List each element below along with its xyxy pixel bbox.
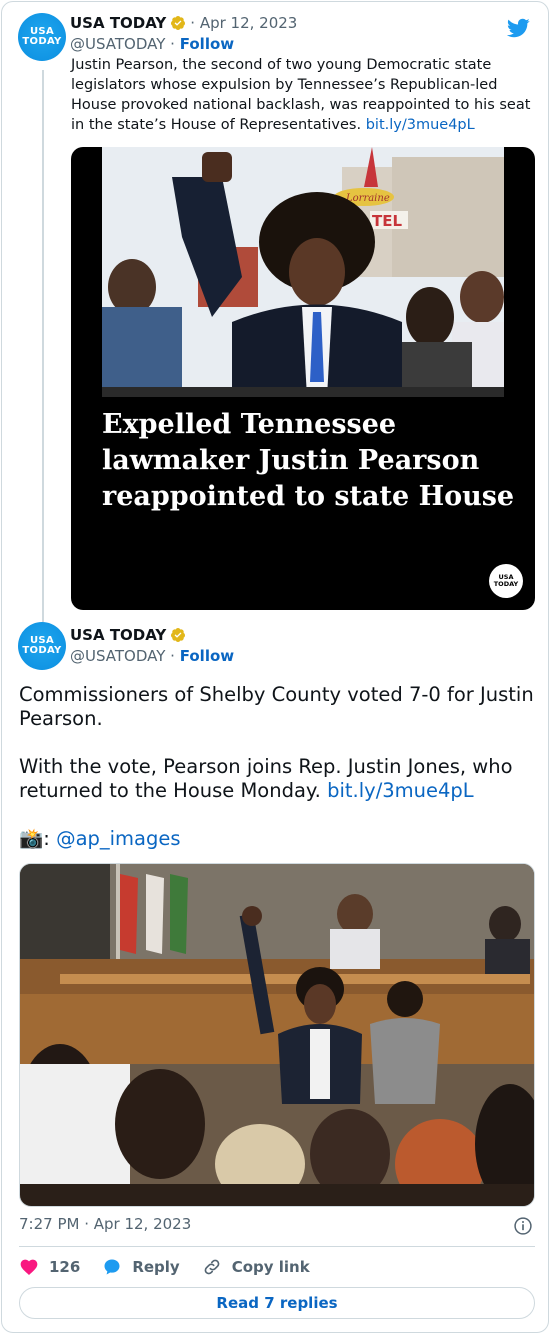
main-link[interactable]: bit.ly/3mue4pL: [327, 779, 474, 802]
headline-line-3: reappointed to state House: [102, 481, 515, 512]
pearson-photo: Lorraine TEL: [102, 147, 504, 397]
media-headline: Expelled Tennessee lawmaker Justin Pears…: [102, 407, 522, 515]
quoted-follow-button[interactable]: Follow: [180, 35, 234, 53]
reply-button[interactable]: Reply: [102, 1257, 180, 1277]
commission-photo-illustration: [20, 864, 534, 1206]
ap-images-link[interactable]: @ap_images: [56, 827, 180, 850]
link-icon: [204, 1259, 220, 1275]
usa-today-badge: USA TODAY: [489, 564, 523, 598]
like-button[interactable]: 126: [19, 1257, 80, 1277]
tweet-timestamp[interactable]: 7:27 PM · Apr 12, 2023: [19, 1215, 191, 1233]
headline-line-1: Expelled Tennessee: [102, 409, 397, 440]
quoted-name-row: USA TODAY · Apr 12, 2023: [70, 14, 297, 32]
info-icon[interactable]: [513, 1216, 533, 1236]
main-handle-row: @USATODAY · Follow: [70, 647, 234, 665]
main-display-name[interactable]: USA TODAY: [70, 626, 166, 644]
verified-badge-icon: [171, 628, 186, 642]
tweet-embed-card: USA TODAY USA TODAY · Apr 12, 2023 @USAT…: [1, 1, 549, 1333]
main-paragraph-1: Commissioners of Shelby County voted 7-0…: [19, 683, 534, 730]
main-name-row: USA TODAY: [70, 626, 186, 644]
credit-prefix: :: [43, 827, 50, 850]
quoted-display-name[interactable]: USA TODAY: [70, 14, 166, 32]
main-media-photo[interactable]: [19, 863, 535, 1207]
avatar-line-2: TODAY: [22, 645, 62, 656]
quoted-date[interactable]: · Apr 12, 2023: [190, 14, 297, 32]
photo-credit: 📸: @ap_images: [19, 827, 539, 851]
copy-link-label: Copy link: [231, 1258, 310, 1276]
main-follow-button[interactable]: Follow: [180, 647, 234, 665]
separator-dot: ·: [170, 35, 175, 53]
reply-bubble-icon: [104, 1259, 120, 1275]
pearson-photo-illustration: Lorraine TEL: [102, 147, 504, 397]
reply-label: Reply: [132, 1258, 180, 1276]
quoted-handle-row: @USATODAY · Follow: [70, 35, 234, 53]
quoted-media-card[interactable]: Lorraine TEL Expelled Tennessee lawmaker…: [71, 147, 535, 610]
twitter-bird-icon[interactable]: [506, 16, 530, 40]
separator-dot: ·: [170, 647, 175, 665]
avatar-line-2: TODAY: [22, 36, 62, 47]
verified-badge-icon: [171, 16, 186, 30]
main-paragraph-2: With the vote, Pearson joins Rep. Justin…: [19, 755, 539, 803]
headline-line-2: lawmaker Justin Pearson: [102, 445, 480, 476]
badge-line-2: TODAY: [493, 580, 519, 588]
quoted-handle[interactable]: @USATODAY: [70, 35, 165, 53]
thread-line: [42, 70, 44, 622]
actions-divider: [19, 1246, 535, 1247]
action-bar: 126 Reply Copy link: [19, 1254, 332, 1280]
main-handle[interactable]: @USATODAY: [70, 647, 165, 665]
quoted-link[interactable]: bit.ly/3mue4pL: [366, 117, 475, 133]
quoted-tweet-text: Justin Pearson, the second of two young …: [71, 55, 541, 135]
copy-link-button[interactable]: Copy link: [202, 1257, 310, 1277]
camera-icon: 📸: [19, 827, 44, 850]
read-replies-button[interactable]: Read 7 replies: [19, 1287, 535, 1319]
main-avatar[interactable]: USA TODAY: [18, 622, 66, 670]
sign-tel: TEL: [372, 212, 402, 230]
heart-icon: [20, 1259, 38, 1275]
quoted-avatar[interactable]: USA TODAY: [18, 13, 66, 61]
like-count: 126: [49, 1258, 81, 1276]
